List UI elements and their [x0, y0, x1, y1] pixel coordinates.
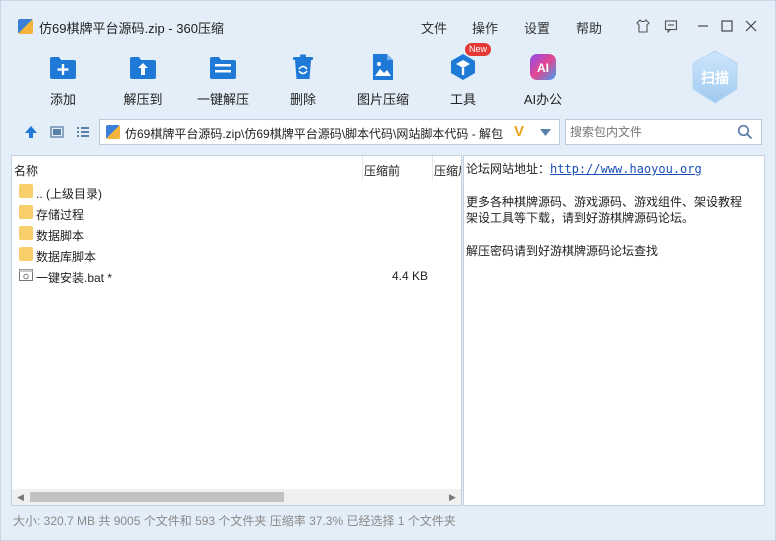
menu-settings[interactable]: 设置	[524, 18, 550, 37]
maximize-icon[interactable]	[717, 16, 737, 36]
delete-label: 删除	[289, 92, 316, 107]
file-row[interactable]: 存储过程	[16, 203, 456, 223]
column-header-name[interactable]: 名称	[14, 162, 38, 179]
minimize-icon[interactable]	[693, 16, 713, 36]
one-click-extract-icon	[210, 57, 236, 79]
menu-file[interactable]: 文件	[421, 18, 447, 37]
extract-to-label: 解压到	[123, 92, 163, 107]
file-name: 数据脚本	[36, 229, 85, 243]
image-compress-icon	[373, 54, 393, 80]
file-name: 一键安装.bat *	[36, 271, 113, 285]
file-row-parent[interactable]: .. (上级目录)	[16, 182, 456, 202]
tools-button[interactable]: 工具	[427, 47, 499, 109]
search-box[interactable]	[565, 119, 762, 145]
folder-icon	[19, 205, 33, 219]
horizontal-scrollbar[interactable]: ◀ ▶	[12, 489, 461, 505]
folder-icon	[19, 184, 33, 198]
ai-office-button[interactable]: AI AI办公	[507, 47, 579, 109]
column-header-size-after[interactable]: 压缩后	[434, 162, 461, 179]
add-icon	[50, 57, 76, 79]
close-icon[interactable]	[741, 16, 761, 36]
archive-comment-pane: 论坛网站地址：http://www.haoyou.org 更多各种棋牌源码、游戏…	[463, 155, 765, 506]
comment-line: 更多各种棋牌源码、游戏源码、游戏组件、架设教程	[466, 195, 743, 209]
forum-address-label: 论坛网站地址：	[466, 162, 551, 176]
add-label: 添加	[49, 92, 76, 107]
add-button[interactable]: 添加	[27, 47, 99, 109]
app-window: 仿69棋牌平台源码.zip - 360压缩 文件 操作 设置 帮助 添加 解压到…	[0, 0, 776, 541]
one-click-extract-button[interactable]: 一键解压	[187, 47, 259, 109]
status-bar: 大小: 320.7 MB 共 9005 个文件和 593 个文件夹 压缩率 37…	[13, 514, 456, 528]
file-row[interactable]: 数据库脚本	[16, 245, 456, 265]
image-compress-label: 图片压缩	[356, 92, 409, 107]
new-badge: New	[465, 43, 491, 56]
zip-app-icon	[18, 19, 33, 34]
comment-line: 论坛网站地址：http://www.haoyou.org	[466, 160, 702, 177]
delete-button[interactable]: 删除	[267, 47, 339, 109]
column-divider	[432, 156, 433, 180]
file-row[interactable]: 一键安装.bat * 4.4 KB	[16, 266, 456, 286]
folder-icon	[19, 247, 33, 261]
chevron-down-icon[interactable]	[540, 129, 551, 137]
ai-office-icon: AI	[530, 54, 556, 80]
address-path: 仿69棋牌平台源码.zip\仿69棋牌平台源码\脚本代码\网站脚本代码 - 解包	[125, 127, 504, 141]
bat-file-icon	[19, 269, 33, 281]
file-name: 存储过程	[36, 208, 85, 222]
comment-line: 解压密码请到好游棋牌源码论坛查找	[466, 244, 659, 258]
comment-line: 架设工具等下载，请到好游棋牌源码论坛。	[466, 211, 695, 225]
scan-label: 扫描	[701, 70, 729, 86]
view-list-icon[interactable]	[75, 124, 91, 140]
search-input[interactable]	[570, 123, 735, 141]
skin-icon[interactable]	[633, 16, 653, 36]
window-title: 仿69棋牌平台源码.zip - 360压缩	[39, 21, 224, 36]
file-row[interactable]: 数据脚本	[16, 224, 456, 244]
scroll-right-icon[interactable]: ▶	[449, 492, 456, 503]
ai-icon-text: AI	[537, 61, 549, 75]
menu-operation[interactable]: 操作	[472, 18, 498, 37]
scroll-left-icon[interactable]: ◀	[17, 492, 24, 503]
trash-icon	[293, 54, 313, 79]
tools-label: 工具	[449, 92, 476, 107]
image-compress-button[interactable]: 图片压缩	[347, 47, 419, 109]
column-divider	[362, 156, 363, 180]
v-mark-icon: V	[514, 123, 525, 140]
view-details-icon[interactable]	[49, 124, 65, 140]
extract-to-button[interactable]: 解压到	[107, 47, 179, 109]
ai-office-label: AI办公	[523, 92, 563, 107]
one-click-extract-label: 一键解压	[196, 92, 249, 107]
up-arrow-icon[interactable]	[23, 124, 39, 140]
file-size: 4.4 KB	[391, 269, 428, 283]
feedback-icon[interactable]	[661, 16, 681, 36]
zip-file-icon	[106, 125, 120, 139]
address-bar[interactable]: 仿69棋牌平台源码.zip\仿69棋牌平台源码\脚本代码\网站脚本代码 - 解包…	[99, 119, 560, 145]
forum-link[interactable]: http://www.haoyou.org	[550, 162, 702, 176]
column-header-size-before[interactable]: 压缩前	[364, 162, 400, 179]
file-name: .. (上级目录)	[36, 187, 102, 201]
scrollbar-thumb[interactable]	[30, 492, 284, 502]
menu-help[interactable]: 帮助	[576, 18, 602, 37]
title-bar: 仿69棋牌平台源码.zip - 360压缩 文件 操作 设置 帮助	[1, 1, 775, 49]
extract-to-icon	[130, 57, 156, 79]
file-list-pane: 名称 压缩前 压缩后 .. (上级目录) 存储过程 数据脚本 数据库脚本	[11, 155, 462, 506]
file-name: 数据库脚本	[36, 250, 97, 264]
folder-icon	[19, 226, 33, 240]
search-icon[interactable]	[737, 124, 753, 140]
